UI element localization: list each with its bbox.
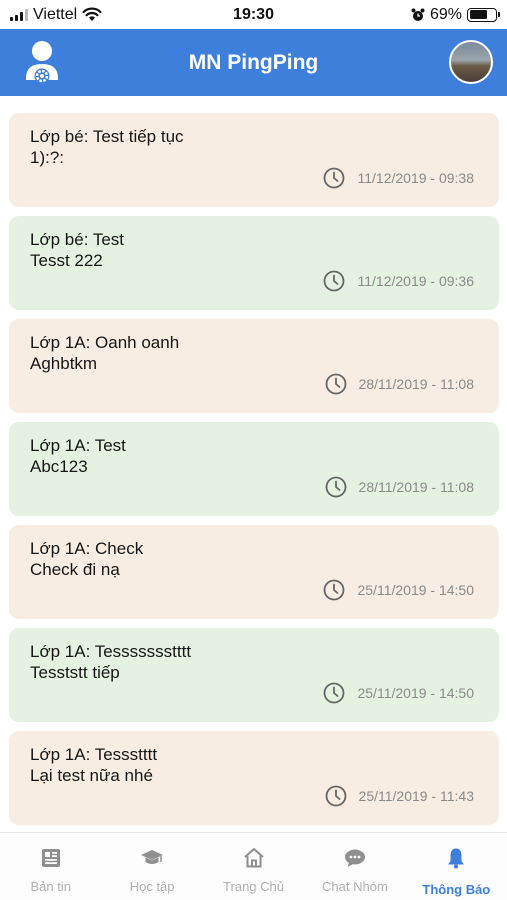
notification-timestamp: 25/11/2019 - 11:43	[358, 788, 474, 804]
notification-card[interactable]: Lớp 1A: Tessssssstttt Tesststt tiếp 25/1…	[9, 628, 499, 722]
clock-icon	[325, 785, 346, 807]
notification-timestamp: 28/11/2019 - 11:08	[358, 376, 474, 392]
status-bar: Viettel 19:30 69%	[0, 0, 507, 29]
notification-card[interactable]: Lớp 1A: Tessstttt Lại test nữa nhé 25/11…	[9, 731, 499, 825]
notification-time: 25/11/2019 - 14:50	[323, 579, 474, 601]
notification-title: Lớp 1A: Test	[30, 436, 126, 455]
notification-body: Tesststt tiếp	[30, 663, 120, 682]
notification-title: Lớp 1A: Oanh oanh	[30, 333, 180, 352]
tab-label: Trang Chủ	[223, 879, 284, 894]
news-icon	[41, 849, 60, 867]
notification-title: Lớp bé: Test	[30, 230, 125, 249]
notification-time: 28/11/2019 - 11:08	[325, 476, 474, 498]
notification-card[interactable]: Lớp bé: Test Tesst 222 11/12/2019 - 09:3…	[9, 216, 499, 310]
graduation-cap-icon	[141, 850, 164, 864]
bottom-tab-bar: Bản tin Học tập Trang Chủ Chat Nhóm Thôn…	[0, 832, 507, 900]
battery-fill	[469, 10, 487, 19]
notification-timestamp: 25/11/2019 - 14:50	[357, 685, 474, 701]
notification-time: 11/12/2019 - 09:36	[323, 270, 474, 292]
app-title: MN PingPing	[188, 50, 319, 74]
battery-percent: 69%	[429, 5, 462, 23]
clock-icon	[325, 476, 346, 498]
notification-card[interactable]: Lớp 1A: Check Check đi nạ 25/11/2019 - 1…	[9, 525, 499, 619]
tab-thong-bao[interactable]: Thông Báo	[406, 833, 507, 900]
notification-card[interactable]: Lớp 1A: Oanh oanh Aghbtkm 28/11/2019 - 1…	[9, 319, 499, 413]
app-header: MN PingPing	[0, 29, 507, 96]
notification-timestamp: 11/12/2019 - 09:38	[357, 170, 474, 186]
notification-timestamp: 25/11/2019 - 14:50	[357, 582, 474, 598]
status-left: Viettel	[10, 6, 102, 24]
tab-chat-nhom[interactable]: Chat Nhóm	[304, 833, 405, 900]
notification-body: Aghbtkm	[30, 354, 98, 373]
user-settings-icon[interactable]	[22, 38, 62, 86]
tab-label: Học tập	[129, 879, 175, 894]
alarm-icon	[411, 8, 425, 21]
tab-ban-tin[interactable]: Bản tin	[0, 833, 101, 900]
notification-body: Check đi nạ	[30, 560, 120, 579]
status-right: 69%	[411, 5, 500, 24]
chat-icon	[344, 849, 365, 867]
carrier-name: Viettel	[33, 5, 78, 23]
clock-icon	[324, 682, 345, 704]
notification-body: Lại test nữa nhé	[30, 766, 153, 785]
wifi-icon	[82, 7, 102, 21]
clock-icon	[324, 167, 345, 189]
notification-time: 28/11/2019 - 11:08	[325, 373, 474, 395]
home-icon	[243, 848, 264, 868]
bell-icon	[448, 848, 465, 869]
notification-time: 25/11/2019 - 14:50	[323, 682, 474, 704]
notification-body: Abc123	[30, 457, 88, 476]
tab-trang-chu[interactable]: Trang Chủ	[203, 833, 304, 900]
clock-icon	[325, 373, 346, 395]
notification-card[interactable]: Lớp bé: Test tiếp tục 1):?: 11/12/2019 -…	[9, 113, 499, 207]
signal-icon	[10, 8, 28, 21]
tab-hoc-tap[interactable]: Học tập	[101, 833, 202, 900]
notification-card[interactable]: Lớp 1A: Test Abc123 28/11/2019 - 11:08	[9, 422, 499, 516]
notification-body: 1):?:	[30, 148, 65, 167]
battery-icon	[467, 7, 500, 22]
tab-label: Thông Báo	[422, 882, 491, 897]
notification-title: Lớp bé: Test tiếp tục	[30, 127, 184, 146]
notification-body: Tesst 222	[30, 251, 103, 270]
clock-icon	[324, 579, 345, 601]
notification-timestamp: 28/11/2019 - 11:08	[358, 479, 474, 495]
notification-title: Lớp 1A: Tessstttt	[30, 745, 158, 764]
avatar[interactable]	[449, 40, 493, 84]
notification-list[interactable]: Lớp bé: Test tiếp tục 1):?: 11/12/2019 -…	[0, 96, 507, 832]
clock-icon	[324, 270, 345, 292]
tab-label: Chat Nhóm	[322, 879, 388, 894]
notification-time: 11/12/2019 - 09:38	[323, 167, 474, 189]
notification-timestamp: 11/12/2019 - 09:36	[357, 273, 474, 289]
tab-label: Bản tin	[30, 879, 71, 894]
notification-title: Lớp 1A: Check	[30, 539, 144, 558]
notification-time: 25/11/2019 - 11:43	[325, 785, 474, 807]
notification-title: Lớp 1A: Tessssssstttt	[30, 642, 192, 661]
status-time: 19:30	[233, 5, 274, 23]
